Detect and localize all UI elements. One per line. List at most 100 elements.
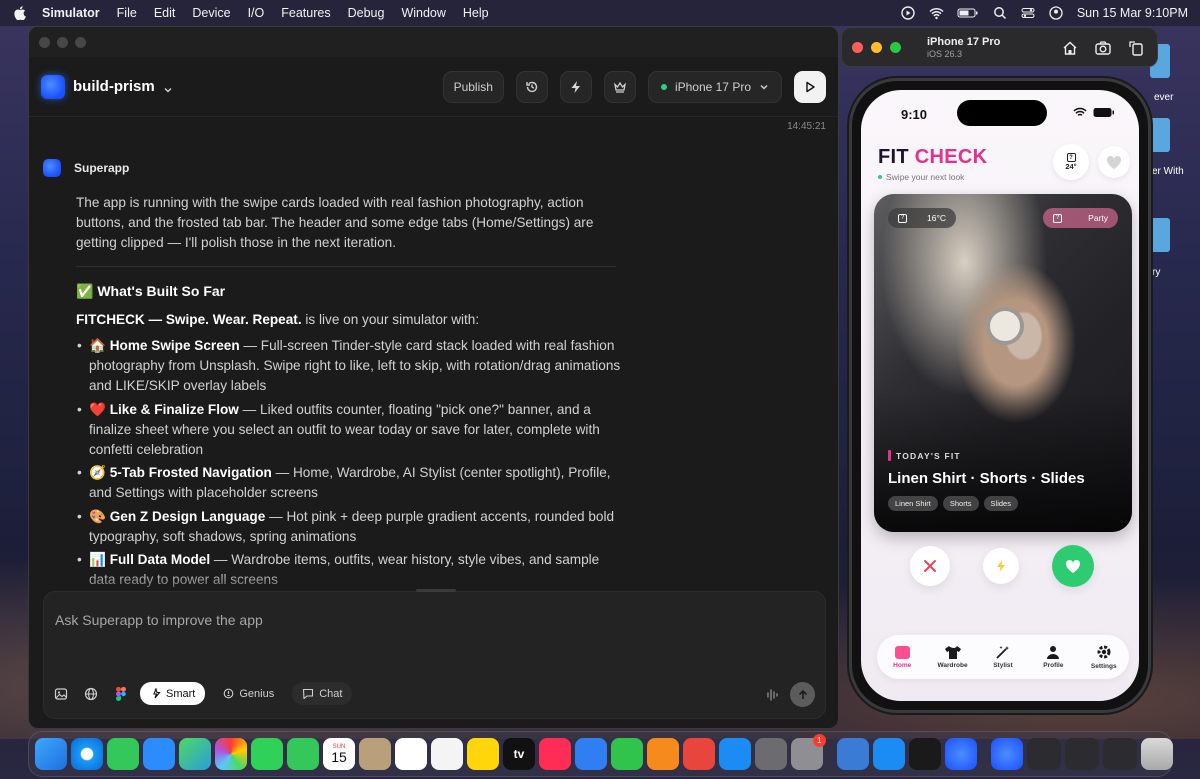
premium-button[interactable] (603, 70, 636, 103)
system-settings-icon[interactable]: 1 (791, 734, 826, 770)
status-dot (878, 175, 882, 179)
close-button[interactable] (39, 37, 50, 48)
desktop-folder-icon[interactable] (1150, 218, 1170, 252)
numbers-icon[interactable] (611, 738, 643, 770)
battery-icon (1093, 108, 1114, 117)
keynote-icon[interactable] (575, 738, 607, 770)
minimized-window-icon[interactable] (1103, 738, 1137, 770)
pages-icon[interactable] (647, 738, 679, 770)
tab-stylist[interactable]: Stylist (980, 645, 1026, 669)
outfit-tags: Linen Shirt Shorts Slides (888, 496, 1018, 511)
rotate-icon[interactable] (1127, 39, 1145, 57)
history-button[interactable] (515, 70, 548, 103)
minimized-window-icon[interactable] (991, 738, 1023, 770)
minimize-button[interactable] (57, 37, 68, 48)
chat-thread[interactable]: Superapp The app is running with the swi… (29, 145, 838, 601)
maps-icon[interactable] (179, 738, 211, 770)
menu-features[interactable]: Features (281, 6, 330, 20)
simulator-app-icon[interactable] (755, 738, 787, 770)
close-button[interactable] (852, 42, 863, 53)
figma-icon[interactable] (110, 683, 132, 705)
menu-debug[interactable]: Debug (348, 6, 385, 20)
like-button[interactable] (1052, 545, 1094, 587)
occasion-icon: ? (1053, 213, 1063, 223)
music-icon[interactable] (539, 738, 571, 770)
desktop-folder-icon[interactable] (1150, 118, 1170, 152)
boost-button[interactable] (559, 70, 592, 103)
minimized-window-icon[interactable] (1065, 738, 1099, 770)
xcode-icon[interactable] (873, 738, 905, 770)
smart-mode-button[interactable]: Smart (140, 682, 206, 705)
window-titlebar[interactable] (29, 27, 838, 57)
terminal-icon[interactable] (909, 738, 941, 770)
minimized-window-icon[interactable] (1027, 738, 1061, 770)
liked-button[interactable] (1098, 146, 1130, 178)
send-button[interactable] (790, 682, 815, 707)
mail-icon[interactable] (143, 738, 175, 770)
device-selector[interactable]: iPhone 17 Pro (647, 70, 782, 103)
resize-handle[interactable] (416, 589, 456, 592)
file-manager-icon[interactable] (837, 738, 869, 770)
calendar-icon[interactable]: SUN 15 (323, 738, 355, 770)
phone-screen[interactable]: 9:10 FIT CHECK Swipe your next look ? 24… (861, 90, 1139, 701)
tab-wardrobe[interactable]: Wardrobe (930, 645, 976, 669)
menu-window[interactable]: Window (401, 6, 445, 20)
screenshot-icon[interactable] (1094, 39, 1112, 57)
photos-icon[interactable] (215, 738, 247, 770)
tab-home[interactable]: Home (879, 645, 925, 669)
rocket-app-icon[interactable] (683, 738, 715, 770)
menu-file[interactable]: File (117, 6, 137, 20)
image-attach-icon[interactable] (50, 683, 72, 705)
search-icon[interactable] (993, 6, 1007, 20)
facetime-icon[interactable] (251, 738, 283, 770)
chevron-down-icon (760, 84, 768, 90)
zoom-button[interactable] (890, 42, 901, 53)
superapp-dock-icon[interactable] (945, 738, 977, 770)
super-like-button[interactable] (983, 548, 1019, 584)
battery-icon[interactable] (957, 6, 979, 20)
zoom-button[interactable] (75, 37, 86, 48)
tab-profile[interactable]: Profile (1030, 645, 1076, 669)
apple-icon[interactable] (12, 6, 26, 20)
simulator-device-title: iPhone 17 Pro (927, 36, 1001, 48)
app-store-icon[interactable] (719, 738, 751, 770)
user-switch-icon[interactable] (1049, 6, 1063, 20)
notes-icon[interactable] (467, 738, 499, 770)
menu-help[interactable]: Help (463, 6, 489, 20)
messages-icon[interactable] (107, 738, 139, 770)
reminders-icon[interactable] (395, 738, 427, 770)
chat-mode-button[interactable]: Chat (292, 682, 353, 705)
menu-edit[interactable]: Edit (154, 6, 176, 20)
prompt-input[interactable]: Ask Superapp to improve the app (55, 612, 263, 628)
chevron-down-icon[interactable] (163, 82, 173, 93)
minimize-button[interactable] (871, 42, 882, 53)
run-button[interactable] (794, 70, 826, 103)
trash-icon[interactable] (1141, 738, 1173, 770)
safari-icon[interactable] (71, 738, 103, 770)
tab-settings[interactable]: Settings (1081, 644, 1127, 670)
menu-clock[interactable]: Sun 15 Mar 9:10PM (1077, 6, 1188, 20)
finder-icon[interactable] (35, 738, 67, 770)
outfit-card[interactable]: ? 16°C ? Party TODAY'S FIT Linen Shirt ·… (874, 194, 1132, 532)
menu-io[interactable]: I/O (248, 6, 265, 20)
project-name[interactable]: build-prism (73, 78, 155, 95)
voice-icon[interactable] (765, 687, 781, 703)
launchpad-icon[interactable] (431, 738, 463, 770)
apple-tv-icon[interactable]: tv (503, 738, 535, 770)
contacts-icon[interactable] (359, 738, 391, 770)
menu-app-name[interactable]: Simulator (42, 6, 100, 20)
tab-label: Stylist (993, 662, 1013, 669)
weather-button[interactable]: ? 24° (1053, 144, 1089, 180)
wifi-icon[interactable] (929, 6, 944, 20)
play-status-icon[interactable] (901, 6, 915, 20)
home-icon[interactable] (1061, 39, 1079, 57)
menu-device[interactable]: Device (192, 6, 230, 20)
lightning-icon (997, 560, 1005, 572)
globe-icon[interactable] (80, 683, 102, 705)
genius-mode-button[interactable]: Genius (213, 682, 284, 705)
publish-button[interactable]: Publish (442, 70, 504, 103)
composer: Ask Superapp to improve the app Smart Ge… (43, 589, 826, 719)
control-center-icon[interactable] (1021, 6, 1035, 20)
skip-button[interactable] (910, 546, 950, 586)
phone-icon[interactable] (287, 738, 319, 770)
